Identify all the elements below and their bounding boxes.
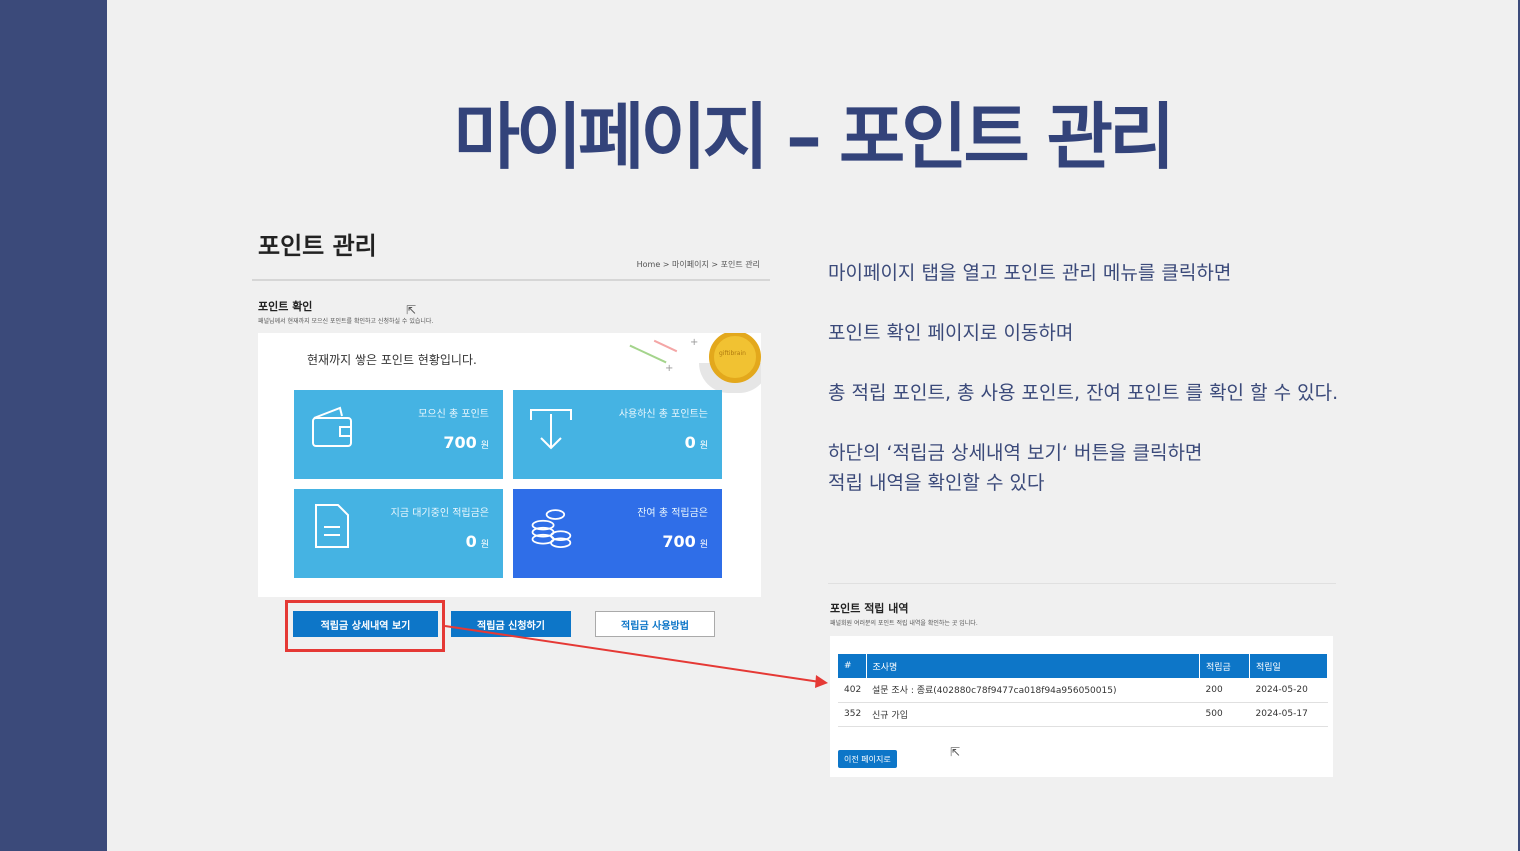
apply-points-button[interactable]: 적립금 신청하기 xyxy=(451,611,571,637)
confetti-decoration xyxy=(653,339,678,353)
points-summary-panel: 현재까지 쌓은 포인트 현황입니다. giftibrain + + 모으신 총 … xyxy=(258,333,761,597)
plus-decoration: + xyxy=(665,363,674,374)
table-row: 352 신규 가입 500 2024-05-17 xyxy=(838,702,1328,727)
description-line: 총 적립 포인트, 총 사용 포인트, 잔여 포인트 를 확인 할 수 있다. xyxy=(828,382,1339,404)
description-line: 적립 내역을 확인할 수 있다 xyxy=(828,472,1045,494)
point-history-screenshot: 포인트 적립 내역 패널회원 여러분의 포인트 적립 내역을 확인하는 곳 입니… xyxy=(828,583,1336,779)
table-cell: 2024-05-17 xyxy=(1249,702,1328,727)
mouse-cursor-icon: ⇱ xyxy=(950,745,961,759)
history-description: 패널회원 여러분의 포인트 적립 내역을 확인하는 곳 입니다. xyxy=(830,620,978,627)
description-line: 하단의 ‘적립금 상세내역 보기‘ 버튼을 클릭하면 xyxy=(828,442,1203,464)
table-cell: 설문 조사 : 종료(402880c78f9477ca018f94a956050… xyxy=(866,678,1200,703)
card-label: 사용하신 총 포인트는 xyxy=(618,409,708,420)
card-value: 0원 xyxy=(465,532,489,551)
column-header: 적립일 xyxy=(1249,654,1328,678)
breadcrumb: Home > 마이페이지 > 포인트 관리 xyxy=(636,260,760,269)
card-label: 모으신 총 포인트 xyxy=(418,409,489,420)
table-cell: 352 xyxy=(838,702,866,727)
confetti-decoration xyxy=(629,344,667,364)
previous-page-button[interactable]: 이전 페이지로 xyxy=(838,750,897,768)
coin-illustration: giftibrain xyxy=(709,333,761,383)
history-table: # 조사명 적립금 적립일 402 설문 조사 : 종료(402880c78f9… xyxy=(838,654,1328,727)
description-line: 포인트 확인 페이지로 이동하며 xyxy=(828,322,1074,344)
mouse-cursor-icon: ⇱ xyxy=(406,303,417,317)
description-line: 마이페이지 탭을 열고 포인트 관리 메뉴를 클릭하면 xyxy=(828,262,1232,284)
history-title: 포인트 적립 내역 xyxy=(830,602,909,615)
plus-decoration: + xyxy=(690,337,699,348)
card-label: 지금 대기중인 적립금은 xyxy=(390,508,489,519)
how-to-use-button[interactable]: 적립금 사용방법 xyxy=(595,611,715,637)
card-remaining-points: 잔여 총 적립금은 700 원 xyxy=(513,489,722,578)
card-value: 700 원 xyxy=(443,433,489,452)
table-cell: 200 xyxy=(1199,678,1250,703)
column-header: 적립금 xyxy=(1199,654,1250,678)
column-header: # xyxy=(838,654,867,678)
table-cell: 500 xyxy=(1199,702,1250,727)
card-label: 잔여 총 적립금은 xyxy=(637,508,708,519)
table-cell: 신규 가입 xyxy=(866,702,1200,727)
document-icon xyxy=(315,504,349,548)
section-description: 패널님께서 현재까지 모으신 포인트를 확인하고 신청하실 수 있습니다. xyxy=(258,318,434,325)
table-row: 402 설문 조사 : 종료(402880c78f9477ca018f94a95… xyxy=(838,678,1328,703)
card-value: 700 원 xyxy=(662,532,708,551)
table-cell: 402 xyxy=(838,678,866,703)
page-title: 포인트 관리 xyxy=(258,232,377,260)
card-total-points: 모으신 총 포인트 700 원 xyxy=(294,390,503,479)
coins-icon xyxy=(531,509,572,548)
card-value: 0원 xyxy=(684,433,708,452)
download-arrow-icon xyxy=(530,409,572,450)
table-header-row: # 조사명 적립금 적립일 xyxy=(838,654,1328,678)
history-panel: # 조사명 적립금 적립일 402 설문 조사 : 종료(402880c78f9… xyxy=(830,636,1333,777)
section-title: 포인트 확인 xyxy=(258,300,313,313)
card-used-points: 사용하신 총 포인트는 0원 xyxy=(513,390,722,479)
table-cell: 2024-05-20 xyxy=(1249,678,1328,703)
highlight-box xyxy=(285,600,445,652)
slide-sidebar xyxy=(0,0,107,851)
intro-text: 현재까지 쌓은 포인트 현황입니다. xyxy=(307,353,477,367)
divider xyxy=(252,279,770,281)
slide-title: 마이페이지 – 포인트 관리 xyxy=(453,95,1176,179)
wallet-icon xyxy=(312,406,352,447)
point-page-screenshot: 포인트 관리 Home > 마이페이지 > 포인트 관리 포인트 확인 패널님께… xyxy=(252,218,770,648)
column-header: 조사명 xyxy=(866,654,1200,678)
card-pending-points: 지금 대기중인 적립금은 0원 xyxy=(294,489,503,578)
